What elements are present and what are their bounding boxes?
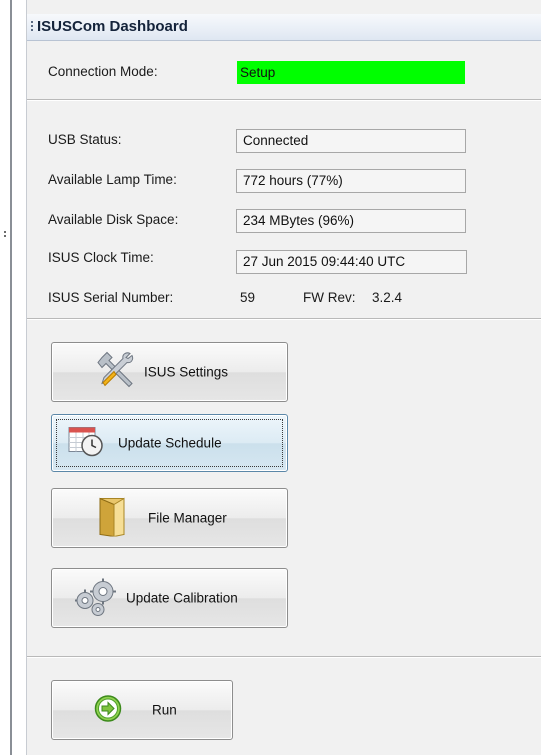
gears-icon xyxy=(72,577,124,620)
serial-number-label: ISUS Serial Number: xyxy=(48,290,174,305)
section-divider xyxy=(27,99,541,101)
usb-status-value: Connected xyxy=(236,129,466,153)
splitter-grip-dot xyxy=(4,235,6,237)
clock-time-value: 27 Jun 2015 09:44:40 UTC xyxy=(236,250,467,274)
isus-settings-button[interactable]: ISUS Settings xyxy=(51,342,288,402)
panel-border xyxy=(10,0,12,755)
fw-rev-label: FW Rev: xyxy=(303,290,356,305)
lamp-time-value: 772 hours (77%) xyxy=(236,169,466,193)
isus-settings-label: ISUS Settings xyxy=(144,364,229,380)
file-manager-button[interactable]: File Manager xyxy=(51,488,288,548)
fw-rev-value: 3.2.4 xyxy=(372,290,403,305)
file-manager-label: File Manager xyxy=(148,510,227,526)
update-schedule-button[interactable]: Update Schedule xyxy=(51,414,288,472)
clock-time-label: ISUS Clock Time: xyxy=(48,250,154,265)
serial-number-value: 59 xyxy=(240,290,256,305)
arrow-right-circle-icon xyxy=(94,695,122,726)
run-button[interactable]: Run xyxy=(51,680,233,740)
tools-icon xyxy=(96,350,138,395)
dashboard-title: ISUSCom Dashboard xyxy=(37,18,188,35)
update-calibration-button[interactable]: Update Calibration xyxy=(51,568,288,628)
left-edge xyxy=(0,0,10,755)
usb-status-label: USB Status: xyxy=(48,132,122,147)
update-schedule-label: Update Schedule xyxy=(118,435,222,451)
disk-space-label: Available Disk Space: xyxy=(48,212,179,227)
lamp-time-label: Available Lamp Time: xyxy=(48,172,177,187)
splitter-grip[interactable] xyxy=(4,231,6,233)
title-grip xyxy=(31,21,33,33)
calendar-clock-icon xyxy=(68,426,104,461)
dashboard-title-bar: ISUSCom Dashboard xyxy=(27,14,541,41)
section-divider xyxy=(27,656,541,658)
run-label: Run xyxy=(152,702,177,718)
connection-mode-value: Setup xyxy=(237,61,465,84)
update-calibration-label: Update Calibration xyxy=(126,590,238,606)
disk-space-value: 234 MBytes (96%) xyxy=(236,209,466,233)
folder-icon xyxy=(96,497,128,540)
section-divider xyxy=(27,318,541,320)
connection-mode-label: Connection Mode: xyxy=(48,64,158,79)
